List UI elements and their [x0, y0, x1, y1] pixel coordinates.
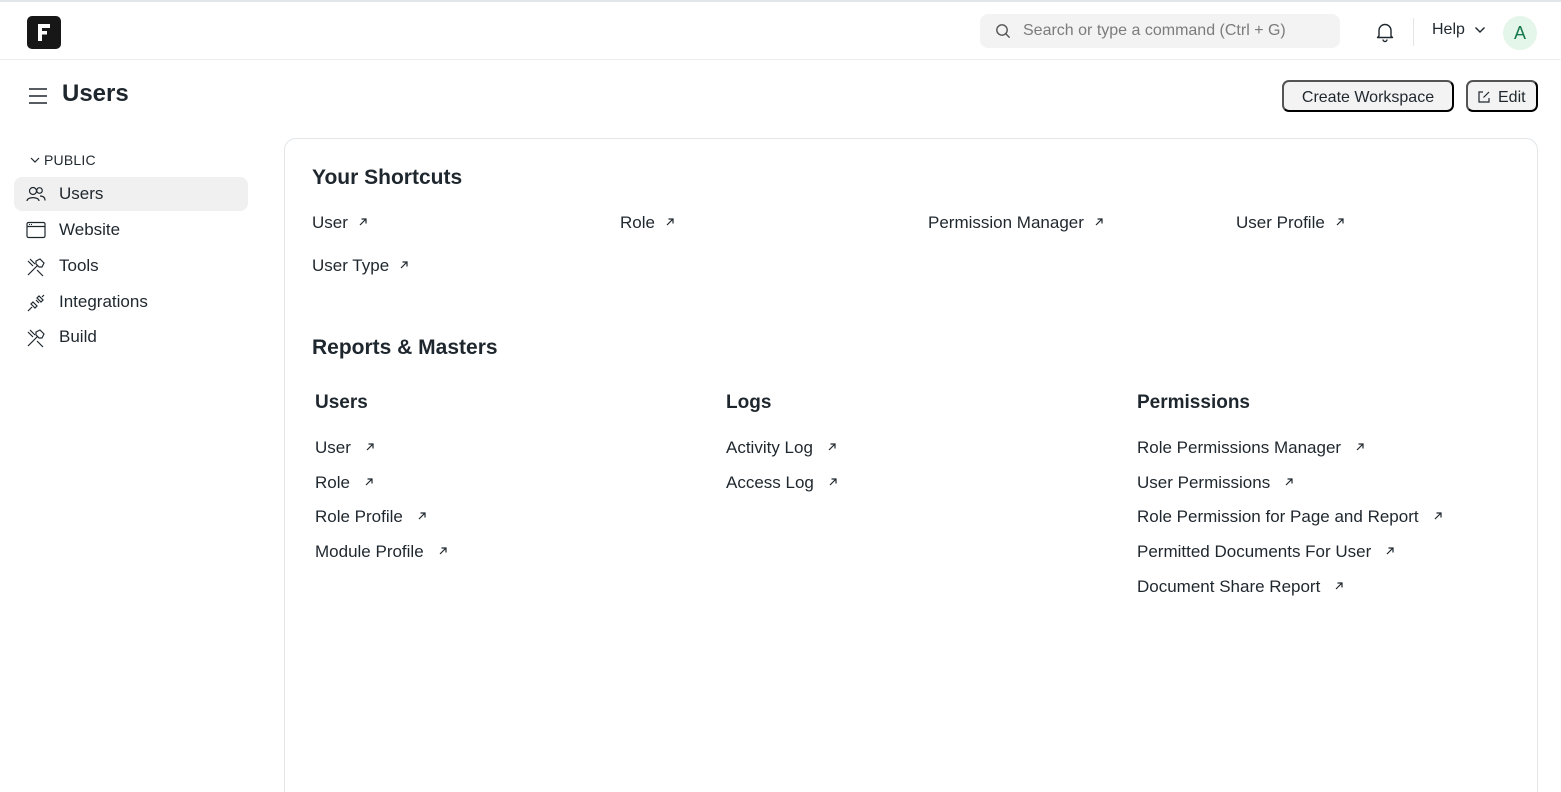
arrow-up-right-icon	[1335, 582, 1343, 590]
link-label: User Permissions	[1137, 473, 1271, 492]
sidebar-item-label: Integrations	[59, 292, 148, 311]
card-title-logs: Logs	[726, 392, 772, 413]
arrow-up-right-icon	[418, 512, 426, 520]
link-label: Role Permissions Manager	[1137, 438, 1342, 457]
top-navbar: Help A	[0, 0, 1561, 60]
page-title: Users	[62, 80, 129, 107]
sidebar-item-label: Build	[59, 327, 97, 346]
arrow-up-right-icon	[439, 547, 447, 555]
shortcut-permission-manager[interactable]: Permission Manager	[928, 213, 1104, 233]
link-activity-log[interactable]: Activity Log	[726, 438, 837, 458]
search-bar[interactable]	[980, 14, 1340, 48]
link-permitted-documents-for-user[interactable]: Permitted Documents For User	[1137, 542, 1395, 562]
header-divider	[1413, 18, 1414, 46]
create-workspace-button[interactable]: Create Workspace	[1282, 80, 1454, 112]
arrow-up-right-icon	[366, 443, 374, 451]
chevron-down-icon	[30, 157, 40, 163]
sidebar-toggle-icon[interactable]	[28, 86, 48, 106]
website-icon	[26, 221, 46, 239]
link-label: Role Permission for Page and Report	[1137, 507, 1419, 526]
sidebar-item-build[interactable]: Build	[14, 320, 248, 354]
shortcut-label: User Type	[312, 256, 390, 275]
shortcut-label: User	[312, 213, 348, 232]
shortcut-user-type[interactable]: User Type	[312, 256, 409, 276]
build-icon	[27, 329, 45, 348]
link-label: User	[315, 438, 351, 457]
search-icon	[996, 24, 1010, 38]
sidebar-item-label: Website	[59, 220, 121, 239]
edit-label: Edit	[1498, 89, 1526, 106]
help-dropdown[interactable]: Help	[1432, 21, 1485, 39]
sidebar-item-label: Users	[59, 184, 104, 203]
link-role-permission-page-report[interactable]: Role Permission for Page and Report	[1137, 507, 1443, 527]
arrow-up-right-icon	[1285, 478, 1293, 486]
shortcuts-title: Your Shortcuts	[312, 166, 463, 189]
shortcut-role[interactable]: Role	[620, 213, 675, 233]
edit-button[interactable]: Edit	[1466, 80, 1538, 112]
user-avatar[interactable]: A	[1503, 16, 1537, 50]
link-role[interactable]: Role	[315, 473, 374, 493]
frappe-logo-icon	[38, 24, 50, 41]
arrow-up-right-icon	[666, 218, 674, 226]
link-user-permissions[interactable]: User Permissions	[1137, 473, 1294, 493]
shortcut-label: Permission Manager	[928, 213, 1084, 232]
edit-icon	[1478, 91, 1490, 103]
reports-title: Reports & Masters	[312, 336, 498, 359]
link-document-share-report[interactable]: Document Share Report	[1137, 577, 1344, 597]
search-input[interactable]	[1023, 14, 1328, 48]
card-title-users: Users	[315, 392, 368, 413]
arrow-up-right-icon	[1434, 512, 1442, 520]
shortcut-user-profile[interactable]: User Profile	[1236, 213, 1345, 233]
link-access-log[interactable]: Access Log	[726, 473, 838, 493]
integrations-icon	[27, 294, 45, 312]
sidebar-item-label: Tools	[59, 256, 99, 275]
link-role-permissions-manager[interactable]: Role Permissions Manager	[1137, 438, 1365, 458]
sidebar-item-website[interactable]: Website	[14, 213, 248, 247]
arrow-up-right-icon	[359, 218, 367, 226]
shortcut-label: User Profile	[1236, 213, 1325, 232]
link-label: Permitted Documents For User	[1137, 542, 1372, 561]
link-label: Access Log	[726, 473, 814, 492]
sidebar-item-tools[interactable]: Tools	[14, 249, 248, 283]
notification-bell-icon[interactable]	[1374, 21, 1396, 43]
arrow-up-right-icon	[1356, 443, 1364, 451]
link-module-profile[interactable]: Module Profile	[315, 542, 448, 562]
link-label: Activity Log	[726, 438, 813, 457]
arrow-up-right-icon	[365, 478, 373, 486]
arrow-up-right-icon	[1386, 547, 1394, 555]
arrow-up-right-icon	[828, 443, 836, 451]
arrow-up-right-icon	[1336, 218, 1344, 226]
chevron-down-icon	[1475, 27, 1485, 33]
workspace-card	[284, 138, 1538, 792]
sidebar-section-label: PUBLIC	[44, 152, 96, 168]
app-logo[interactable]	[27, 16, 61, 49]
link-label: Role Profile	[315, 507, 403, 526]
arrow-up-right-icon	[829, 478, 837, 486]
arrow-up-right-icon	[400, 261, 408, 269]
tools-icon	[27, 258, 45, 277]
link-role-profile[interactable]: Role Profile	[315, 507, 427, 527]
sidebar-item-users[interactable]: Users	[14, 177, 248, 211]
sidebar-item-integrations[interactable]: Integrations	[14, 285, 248, 319]
card-title-permissions: Permissions	[1137, 392, 1250, 413]
users-icon	[26, 186, 46, 202]
help-label: Help	[1432, 21, 1465, 38]
shortcut-label: Role	[620, 213, 655, 232]
link-label: Module Profile	[315, 542, 424, 561]
link-user[interactable]: User	[315, 438, 375, 458]
arrow-up-right-icon	[1095, 218, 1103, 226]
link-label: Document Share Report	[1137, 577, 1321, 596]
shortcut-user[interactable]: User	[312, 213, 368, 233]
link-label: Role	[315, 473, 350, 492]
